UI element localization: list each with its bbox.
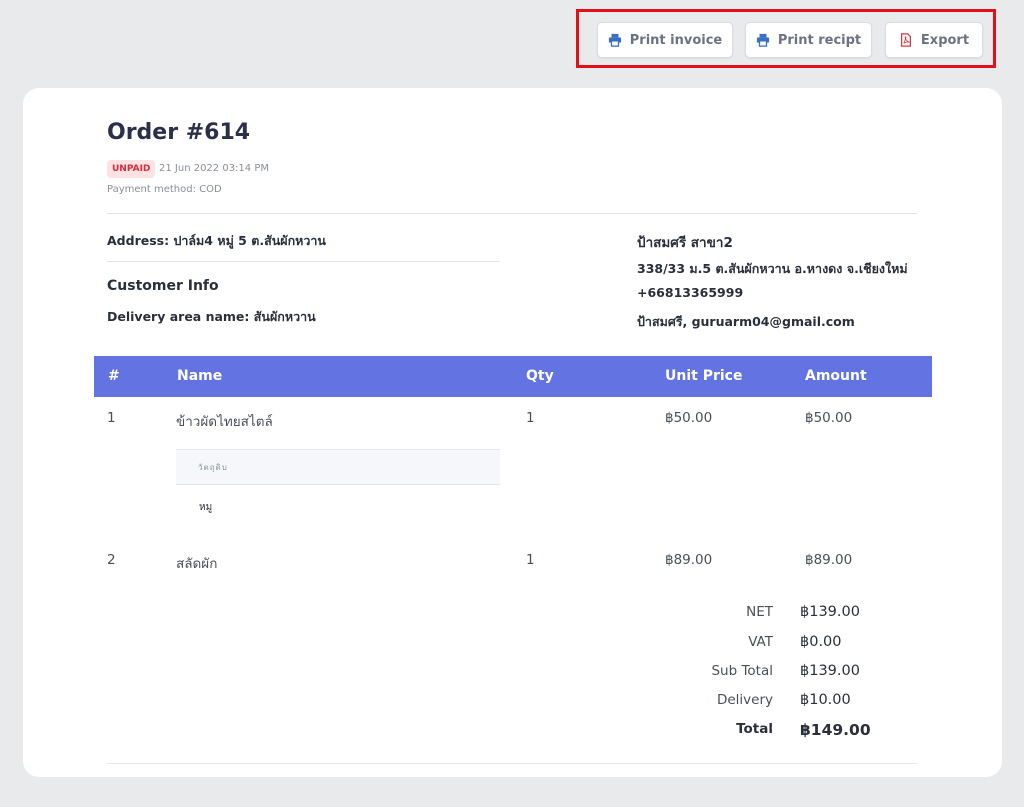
delivery-area: Delivery area name: สันผักหวาน <box>107 309 316 324</box>
items-table-header: # Name Qty Unit Price Amount <box>94 356 932 397</box>
ingredient-item: หมู <box>199 502 213 513</box>
item-qty: 1 <box>526 410 535 426</box>
invoice-card: Order #614 UNPAID 21 Jun 2022 03:14 PM P… <box>23 88 1002 777</box>
item-unit-price: ฿50.00 <box>665 410 713 426</box>
col-header-amount: Amount <box>805 368 867 384</box>
row-number: 1 <box>107 410 116 426</box>
item-amount: ฿89.00 <box>805 552 853 568</box>
pdf-file-icon <box>900 33 911 47</box>
net-value: ฿139.00 <box>800 604 860 620</box>
print-receipt-button[interactable]: Print recipt <box>745 22 872 58</box>
subtotal-value: ฿139.00 <box>800 663 860 679</box>
print-invoice-button[interactable]: Print invoice <box>597 22 733 58</box>
ingredients-subheader-label: วัตถุดิบ <box>198 463 228 472</box>
print-receipt-label: Print recipt <box>777 32 862 48</box>
delivery-label: Delivery <box>716 692 773 708</box>
order-date: 21 Jun 2022 03:14 PM <box>159 163 269 174</box>
total-value: ฿149.00 <box>800 721 871 739</box>
order-title: Order #614 <box>107 120 251 145</box>
print-invoice-label: Print invoice <box>629 32 723 48</box>
shop-phone: +66813365999 <box>637 285 744 300</box>
payment-method: Payment method: COD <box>107 184 222 195</box>
divider <box>107 213 917 214</box>
col-header-number: # <box>108 368 120 384</box>
item-unit-price: ฿89.00 <box>665 552 713 568</box>
col-header-unit-price: Unit Price <box>665 368 743 384</box>
item-amount: ฿50.00 <box>805 410 853 426</box>
printer-icon <box>608 33 621 47</box>
row-number: 2 <box>107 552 116 568</box>
col-header-qty: Qty <box>526 368 554 384</box>
vat-label: VAT <box>748 634 773 650</box>
subtotal-label: Sub Total <box>711 663 773 679</box>
customer-info-title: Customer Info <box>107 278 219 294</box>
item-name: ข้าวผัดไทยสไตล์ <box>176 414 273 430</box>
divider <box>107 763 917 764</box>
total-label: Total <box>736 721 773 737</box>
delivery-value: ฿10.00 <box>800 692 851 708</box>
vat-value: ฿0.00 <box>800 634 842 650</box>
customer-address: Address: ปาล์ม4 หมู่ 5 ต.สันผักหวาน <box>107 233 326 248</box>
shop-address: 338/33 ม.5 ต.สันผักหวาน อ.หางดง จ.เชียงใ… <box>637 261 908 276</box>
shop-contact: ป้าสมศรี, guruarm04@gmail.com <box>637 314 855 329</box>
export-button[interactable]: Export <box>885 22 983 58</box>
printer-icon <box>756 33 769 47</box>
col-header-name: Name <box>177 368 223 384</box>
item-name: สลัดผัก <box>176 556 218 572</box>
net-label: NET <box>746 604 773 620</box>
export-label: Export <box>920 32 970 48</box>
divider <box>107 261 500 262</box>
ingredients-subheader: วัตถุดิบ <box>176 449 500 485</box>
item-qty: 1 <box>526 552 535 568</box>
shop-name: ป้าสมศรี สาขา2 <box>637 235 733 251</box>
status-badge: UNPAID <box>107 160 156 178</box>
